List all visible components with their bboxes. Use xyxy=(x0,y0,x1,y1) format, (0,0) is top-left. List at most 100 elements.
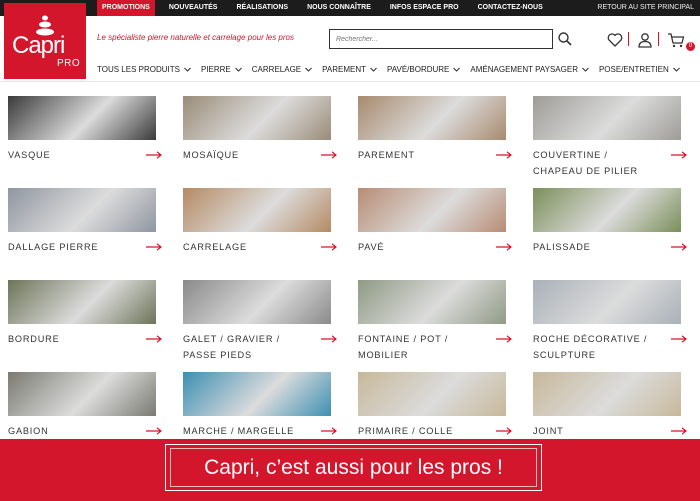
category-card[interactable]: PRIMAIRE / COLLE xyxy=(358,372,512,439)
arrow-right-icon[interactable] xyxy=(496,243,512,251)
category-label-row: PAREMENT xyxy=(358,147,512,163)
category-image[interactable] xyxy=(358,372,506,416)
main-nav-item[interactable]: PAVÉ/BORDURE xyxy=(387,61,461,77)
category-card[interactable]: DALLAGE PIERRE xyxy=(8,188,162,255)
category-image[interactable] xyxy=(8,372,156,416)
logo[interactable]: Capri PRO xyxy=(4,3,86,79)
category-card[interactable]: GALET / GRAVIER / PASSE PIEDS xyxy=(183,280,337,363)
top-nav-link[interactable]: PROMOTIONS xyxy=(97,0,155,16)
arrow-right-icon[interactable] xyxy=(146,243,162,251)
category-label[interactable]: PALISSADE xyxy=(533,239,661,255)
main-nav-item[interactable]: TOUS LES PRODUITS xyxy=(97,61,191,77)
category-label[interactable]: PRIMAIRE / COLLE xyxy=(358,423,486,439)
category-label[interactable]: MARCHE / MARGELLE xyxy=(183,423,311,439)
category-card[interactable]: COUVERTINE / CHAPEAU DE PILIER xyxy=(533,96,687,179)
arrow-right-icon[interactable] xyxy=(496,151,512,159)
category-card[interactable]: GABION xyxy=(8,372,162,439)
category-image[interactable] xyxy=(183,188,331,232)
arrow-right-icon[interactable] xyxy=(671,151,687,159)
arrow-right-icon[interactable] xyxy=(321,243,337,251)
category-label[interactable]: ROCHE DÉCORATIVE / SCULPTURE xyxy=(533,331,661,363)
category-label[interactable]: JOINT xyxy=(533,423,661,439)
category-image[interactable] xyxy=(8,280,156,324)
category-label-row: GABION xyxy=(8,423,162,439)
arrow-right-icon[interactable] xyxy=(321,427,337,435)
cart-icon[interactable] xyxy=(667,31,685,49)
category-label-row: COUVERTINE / CHAPEAU DE PILIER xyxy=(533,147,687,179)
main-nav-item[interactable]: AMÉNAGEMENT PAYSAGER xyxy=(470,61,589,77)
category-label-row: BORDURE xyxy=(8,331,162,347)
top-nav-link[interactable]: NOUS CONNAÎTRE xyxy=(302,0,376,16)
category-card[interactable]: FONTAINE / POT / MOBILIER xyxy=(358,280,512,363)
main-nav-item[interactable]: PIERRE xyxy=(201,61,242,77)
category-label[interactable]: BORDURE xyxy=(8,331,136,347)
category-image[interactable] xyxy=(183,372,331,416)
main-nav-item[interactable]: PAREMENT xyxy=(322,61,377,77)
category-label[interactable]: PAVÉ xyxy=(358,239,486,255)
category-card[interactable]: PAREMENT xyxy=(358,96,512,163)
top-nav-link[interactable]: CONTACTEZ-NOUS xyxy=(473,0,548,16)
category-image[interactable] xyxy=(358,280,506,324)
category-image[interactable] xyxy=(533,372,681,416)
main-nav-label: PAVÉ/BORDURE xyxy=(387,64,450,74)
category-image[interactable] xyxy=(533,188,681,232)
category-image[interactable] xyxy=(533,96,681,140)
arrow-right-icon[interactable] xyxy=(321,335,337,343)
category-label[interactable]: DALLAGE PIERRE xyxy=(8,239,136,255)
arrow-right-icon[interactable] xyxy=(321,151,337,159)
category-label[interactable]: COUVERTINE / CHAPEAU DE PILIER xyxy=(533,147,661,179)
category-card[interactable]: BORDURE xyxy=(8,280,162,347)
category-label[interactable]: CARRELAGE xyxy=(183,239,311,255)
category-image[interactable] xyxy=(358,188,506,232)
category-card[interactable]: ROCHE DÉCORATIVE / SCULPTURE xyxy=(533,280,687,363)
top-nav-link[interactable]: INFOS ESPACE PRO xyxy=(385,0,464,16)
chevron-down-icon xyxy=(184,67,191,72)
logo-brand: Capri xyxy=(12,32,65,59)
arrow-right-icon[interactable] xyxy=(671,427,687,435)
main-nav-label: TOUS LES PRODUITS xyxy=(97,64,180,74)
category-image[interactable] xyxy=(8,96,156,140)
category-image[interactable] xyxy=(183,280,331,324)
main-nav-item[interactable]: POSE/ENTRETIEN xyxy=(599,61,680,77)
arrow-right-icon[interactable] xyxy=(671,335,687,343)
arrow-right-icon[interactable] xyxy=(146,335,162,343)
arrow-right-icon[interactable] xyxy=(496,335,512,343)
category-label[interactable]: PAREMENT xyxy=(358,147,486,163)
arrow-right-icon[interactable] xyxy=(146,427,162,435)
category-card[interactable]: PAVÉ xyxy=(358,188,512,255)
main-nav-label: AMÉNAGEMENT PAYSAGER xyxy=(470,64,578,74)
arrow-right-icon[interactable] xyxy=(146,151,162,159)
user-icon[interactable] xyxy=(636,31,654,49)
category-image[interactable] xyxy=(183,96,331,140)
header-separator xyxy=(628,32,629,46)
main-nav-item[interactable]: CARRELAGE xyxy=(252,61,313,77)
category-label[interactable]: GALET / GRAVIER / PASSE PIEDS xyxy=(183,331,311,363)
top-nav-link[interactable]: RÉALISATIONS xyxy=(231,0,293,16)
category-card[interactable]: MARCHE / MARGELLE xyxy=(183,372,337,439)
category-label[interactable]: VASQUE xyxy=(8,147,136,163)
category-card[interactable]: VASQUE xyxy=(8,96,162,163)
category-card[interactable]: MOSAÏQUE xyxy=(183,96,337,163)
arrow-right-icon[interactable] xyxy=(496,427,512,435)
category-label[interactable]: MOSAÏQUE xyxy=(183,147,311,163)
category-image[interactable] xyxy=(8,188,156,232)
main-nav-label: PIERRE xyxy=(200,64,231,74)
heart-icon[interactable] xyxy=(606,31,624,49)
category-image[interactable] xyxy=(533,280,681,324)
main-nav: TOUS LES PRODUITS PIERRE CARRELAGE PAREMENT… xyxy=(97,61,690,77)
banner-text[interactable]: Capri, c’est aussi pour les pros ! xyxy=(165,444,542,491)
category-card[interactable]: JOINT xyxy=(533,372,687,439)
top-nav-link[interactable]: NOUVEAUTÉS xyxy=(164,0,223,16)
category-image[interactable] xyxy=(358,96,506,140)
top-nav: PROMOTIONS NOUVEAUTÉS RÉALISATIONS NOUS CON… xyxy=(97,0,557,16)
category-card[interactable]: CARRELAGE xyxy=(183,188,337,255)
category-label[interactable]: FONTAINE / POT / MOBILIER xyxy=(358,331,486,363)
category-label[interactable]: GABION xyxy=(8,423,136,439)
search-icon[interactable] xyxy=(556,30,574,48)
back-to-main-site-link[interactable]: RETOUR AU SITE PRINCIPAL xyxy=(597,0,694,16)
arrow-right-icon[interactable] xyxy=(671,243,687,251)
category-label-row: PRIMAIRE / COLLE xyxy=(358,423,512,439)
category-card[interactable]: PALISSADE xyxy=(533,188,687,255)
search-input[interactable] xyxy=(329,29,553,49)
category-label-row: PAVÉ xyxy=(358,239,512,255)
